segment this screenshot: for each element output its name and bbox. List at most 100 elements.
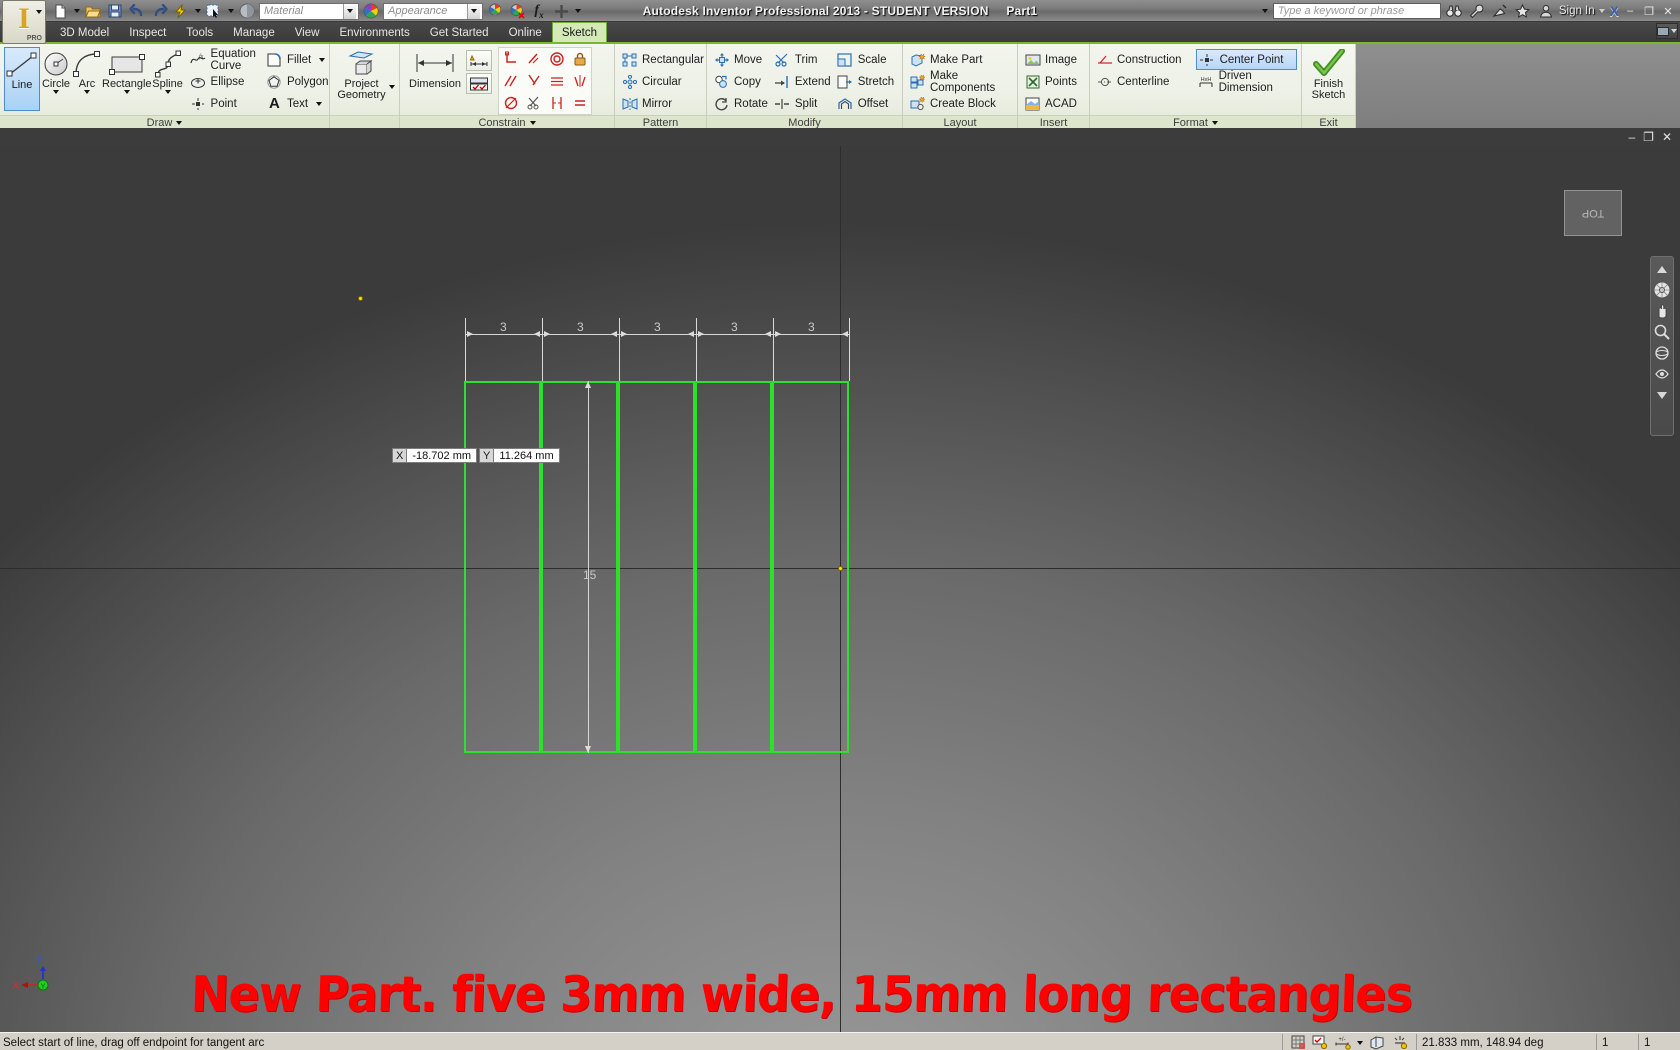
rectangle-dropdown-icon[interactable] (123, 90, 130, 94)
ribbon-minimize-button[interactable] (1656, 23, 1678, 39)
view-cube[interactable]: TOP (1564, 190, 1622, 236)
text-dropdown-icon[interactable] (316, 101, 323, 106)
tab-3d-model[interactable]: 3D Model (50, 23, 119, 42)
stretch-button[interactable]: Stretch (835, 71, 898, 92)
display-3d-icon[interactable] (1369, 1035, 1386, 1050)
project-geometry-dropdown-icon[interactable] (389, 85, 395, 89)
sketch-canvas[interactable]: – ❐ ✕ 3 3 3 3 3 15 X -18.702 mm Y 11.264… (0, 128, 1680, 1032)
material-combobox[interactable]: Material (259, 2, 359, 20)
construction-button[interactable]: Construction (1094, 49, 1186, 70)
circle-button[interactable]: Circle (40, 47, 72, 94)
appearance-dropdown-icon[interactable] (467, 3, 480, 19)
perpendicular-constraint-icon[interactable] (499, 48, 522, 70)
doc-close-button[interactable]: ✕ (1662, 130, 1672, 144)
tangent-constraint-icon[interactable] (545, 48, 568, 70)
spline-dropdown-icon[interactable] (164, 90, 171, 94)
user-avatar-icon[interactable] (1536, 1, 1556, 21)
split-button[interactable]: Split (772, 93, 835, 114)
tolerance-dropdown-icon[interactable] (1357, 1040, 1363, 1045)
mirror-button[interactable]: Mirror (619, 93, 708, 114)
quick-access-toolbar[interactable]: Material Appearance fx (50, 0, 582, 22)
points-button[interactable]: Points (1022, 71, 1081, 92)
sketch-grid-toggle-icon[interactable] (1291, 1035, 1306, 1050)
make-components-button[interactable]: Make Components (907, 70, 1013, 94)
arc-button[interactable]: Arc (72, 47, 102, 94)
trim-constraint-icon[interactable] (522, 92, 545, 114)
smooth-constraint-icon[interactable] (545, 92, 568, 114)
undo-icon[interactable] (127, 1, 147, 21)
search-expand-icon[interactable] (1261, 1, 1270, 21)
tab-environments[interactable]: Environments (329, 23, 419, 42)
symmetric-constraint-icon[interactable] (568, 70, 591, 92)
rectangular-pattern-button[interactable]: Rectangular (619, 49, 708, 70)
new-file-dropdown-icon[interactable] (72, 1, 81, 21)
move-button[interactable]: Move (711, 49, 772, 70)
doc-minimize-button[interactable]: – (1628, 130, 1635, 144)
qat-dropdown-icon[interactable] (573, 1, 582, 21)
adjust-appearance-icon[interactable] (485, 1, 505, 21)
show-constraints-icon[interactable] (466, 73, 492, 94)
customer-support-wrench-icon[interactable] (1467, 1, 1487, 21)
select-icon[interactable] (204, 1, 224, 21)
horizontal-constraint-icon[interactable] (545, 70, 568, 92)
update-icon[interactable] (171, 1, 191, 21)
look-at-icon[interactable] (1653, 366, 1671, 382)
sketch-rectangle[interactable] (772, 381, 849, 753)
pan-hand-icon[interactable] (1653, 303, 1671, 319)
ellipse-button[interactable]: Ellipse (188, 71, 260, 92)
format-panel-expand-icon[interactable] (1211, 121, 1218, 125)
search-input[interactable]: Type a keyword or phrase (1272, 3, 1441, 19)
draw-panel-expand-icon[interactable] (176, 121, 183, 125)
fillet-button[interactable]: Fillet (264, 49, 333, 70)
line-button[interactable]: Line (4, 47, 40, 111)
new-file-icon[interactable] (50, 1, 70, 21)
close-button[interactable]: ✕ (1660, 4, 1676, 19)
appearance-combobox[interactable]: Appearance (383, 2, 483, 20)
text-button[interactable]: A Text (264, 93, 333, 114)
create-block-button[interactable]: Create Block (907, 93, 1013, 114)
sketch-rectangle[interactable] (618, 381, 695, 753)
minimize-button[interactable]: – (1622, 4, 1638, 19)
constrain-panel-expand-icon[interactable] (529, 121, 536, 125)
finish-sketch-button[interactable]: Finish Sketch (1306, 47, 1351, 113)
appearance-sphere-icon[interactable] (237, 1, 257, 21)
image-button[interactable]: Image (1022, 49, 1081, 70)
orbit-icon[interactable] (1653, 345, 1671, 361)
dimension-value-3[interactable]: 3 (577, 320, 584, 334)
parameters-fx-icon[interactable]: fx (529, 1, 549, 21)
help-search-binoculars-icon[interactable] (1444, 1, 1464, 21)
snap-toggle-icon[interactable] (1392, 1035, 1408, 1050)
trim-button[interactable]: Trim (772, 49, 835, 70)
circular-pattern-button[interactable]: Circular (619, 71, 708, 92)
sketch-rectangle[interactable] (695, 381, 772, 753)
tab-tools[interactable]: Tools (176, 23, 223, 42)
scale-button[interactable]: Scale (835, 49, 898, 70)
centerline-button[interactable]: Centerline (1094, 71, 1186, 92)
application-menu-button[interactable]: I PRO (2, 0, 46, 44)
center-point-button[interactable]: Center Point (1195, 49, 1297, 70)
project-geometry-button[interactable]: Project Geometry (334, 47, 389, 101)
doc-restore-button[interactable]: ❐ (1643, 130, 1654, 144)
extend-button[interactable]: Extend (772, 71, 835, 92)
tab-view[interactable]: View (285, 23, 330, 42)
select-dropdown-icon[interactable] (226, 1, 235, 21)
polygon-button[interactable]: Polygon (264, 71, 333, 92)
dimension-tolerance-icon[interactable]: +/- (1334, 1035, 1351, 1050)
nav-scroll-down-icon[interactable] (1653, 387, 1671, 403)
arc-dropdown-icon[interactable] (84, 90, 90, 94)
favorites-star-icon[interactable] (1513, 1, 1533, 21)
equation-curve-button[interactable]: fx Equation Curve (188, 48, 260, 72)
clear-appearance-icon[interactable] (507, 1, 527, 21)
fillet-dropdown-icon[interactable] (319, 57, 326, 62)
sketch-rectangle[interactable] (464, 381, 541, 753)
parallel-constraint-icon[interactable] (522, 48, 545, 70)
tab-manage[interactable]: Manage (223, 23, 285, 42)
driven-dimension-button[interactable]: HxH Driven Dimension (1196, 70, 1297, 94)
exchange-apps-icon[interactable]: X (1610, 3, 1619, 19)
tab-get-started[interactable]: Get Started (420, 23, 499, 42)
tab-inspect[interactable]: Inspect (119, 23, 176, 42)
offset-button[interactable]: Offset (835, 93, 898, 114)
sign-in-dropdown-icon[interactable] (1598, 1, 1607, 21)
navigation-bar[interactable] (1650, 256, 1674, 436)
point-button[interactable]: Point (188, 93, 260, 114)
